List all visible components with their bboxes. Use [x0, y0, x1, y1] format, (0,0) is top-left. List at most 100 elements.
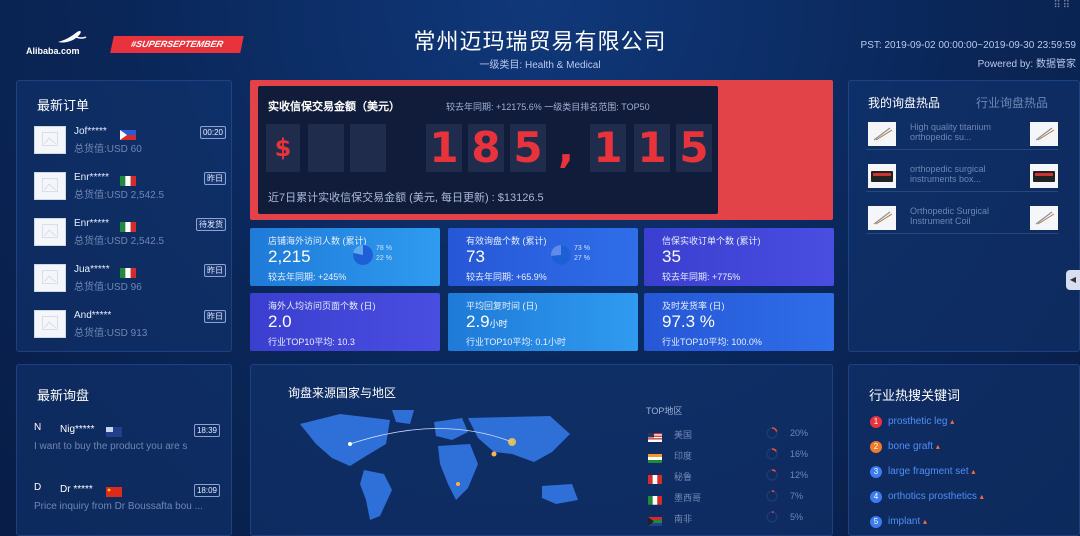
- stat-card-footer: 较去年同期: +65.9%: [466, 272, 547, 282]
- stat-card[interactable]: 海外人均访问页面个数 (日) 2.0 行业TOP10平均: 10.3: [250, 293, 440, 351]
- stat-card-value: 2.0: [268, 312, 292, 332]
- stat-value-number: 73: [466, 247, 485, 266]
- order-amount: 总货值:USD 2,542.5: [74, 190, 165, 201]
- stat-card-title: 海外人均访问页面个数 (日): [268, 301, 376, 311]
- keyword-text: bone graft ▴: [888, 441, 940, 452]
- keyword-label: bone graft: [888, 441, 934, 452]
- keywords-title: 行业热搜关键词: [869, 388, 961, 403]
- region-share: 12%: [790, 470, 809, 480]
- gmv-digit: 1: [590, 124, 626, 172]
- stat-card[interactable]: 及时发货率 (日) 97.3 % 行业TOP10平均: 100.0%: [644, 293, 834, 351]
- share-ring-icon: [766, 511, 778, 523]
- order-status-badge: 昨日: [204, 264, 226, 277]
- map-north-america: [300, 414, 390, 466]
- product-thumbnail: [1030, 206, 1058, 230]
- top-region-row[interactable]: 秘鲁 12%: [648, 469, 818, 484]
- gmv-digit: 1: [426, 124, 462, 172]
- top-region-row[interactable]: 印度 16%: [648, 448, 818, 463]
- keyword-item[interactable]: 3 large fragment set ▴: [870, 466, 1050, 480]
- gmv-label: 实收信保交易金额（美元）: [268, 101, 400, 113]
- region-share: 5%: [790, 512, 804, 522]
- top-region-row[interactable]: 南非 5%: [648, 511, 818, 526]
- hot-product-item[interactable]: High quality titanium orthopedic su...: [866, 122, 1058, 150]
- stat-card-footer: 行业TOP10平均: 0.1小时: [466, 337, 566, 347]
- map-asia: [468, 416, 570, 462]
- order-buyer-name: Enr*****: [74, 172, 110, 183]
- keyword-rank: 1: [870, 416, 882, 428]
- inquiries-title: 最新询盘: [37, 388, 90, 403]
- order-status-badge: 昨日: [204, 172, 226, 185]
- share-ring-icon: [766, 448, 778, 460]
- region-share: 7%: [790, 491, 804, 501]
- stat-card-value: 73: [466, 247, 485, 267]
- page-subtitle: 一级类目: Health & Medical: [479, 60, 601, 71]
- buyer-initial: N: [34, 422, 42, 433]
- hot-product-name: orthopedic surgical instruments box...: [910, 164, 986, 184]
- keyword-rank: 3: [870, 466, 882, 478]
- stat-card[interactable]: 有效询盘个数 (累计) 73 73 % 27 % 较去年同期: +65.9%: [448, 228, 638, 286]
- country-flag-icon: [106, 424, 122, 437]
- gmv-footer: 近7日累计实收信保交易金额 (美元, 每日更新) : $13126.5: [268, 192, 544, 204]
- keyword-label: prosthetic leg: [888, 416, 948, 427]
- top-region-row[interactable]: 墨西哥 7%: [648, 490, 818, 505]
- region-share: 20%: [790, 428, 809, 438]
- map-dot-china: [508, 438, 516, 446]
- stat-card-value: 2.9小时: [466, 312, 508, 332]
- keyword-label: orthotics prosthetics: [888, 491, 977, 502]
- order-amount: 总货值:USD 2,542.5: [74, 236, 165, 247]
- country-flag-icon: [120, 173, 136, 186]
- order-item[interactable]: Jua***** 总货值:USD 96 昨日: [34, 264, 232, 300]
- inquiry-item[interactable]: D Dr ***** 18:09 Price inquiry from Dr B…: [34, 482, 220, 532]
- map-south-america: [360, 470, 392, 520]
- country-flag-icon: [648, 450, 662, 463]
- gmv-digit: 5: [676, 124, 712, 172]
- order-item[interactable]: Jof***** 总货值:USD 60 00:20: [34, 126, 232, 162]
- keyword-item[interactable]: 1 prosthetic leg ▴: [870, 416, 1050, 430]
- powered-by: Powered by: 数据管家: [977, 59, 1076, 70]
- region-name: 印度: [674, 451, 693, 461]
- gmv-currency: $: [266, 124, 300, 172]
- stat-card-value: 2,215: [268, 247, 311, 267]
- tab-industry-hot[interactable]: 行业询盘热品: [976, 94, 1048, 111]
- keyword-text: large fragment set ▴: [888, 466, 975, 477]
- gmv-digit: 1: [634, 124, 670, 172]
- hot-product-item[interactable]: Orthopedic Surgical Instrument Coil: [866, 206, 1058, 234]
- gmv-digit: [308, 124, 344, 172]
- keyword-item[interactable]: 4 orthotics prosthetics ▴: [870, 491, 1050, 505]
- stat-card[interactable]: 信保实收订单个数 (累计) 35 较去年同期: +775%: [644, 228, 834, 286]
- order-item[interactable]: Enr***** 总货值:USD 2,542.5 待发货: [34, 218, 232, 254]
- order-buyer-name: Jua*****: [74, 264, 110, 275]
- keyword-label: large fragment set: [888, 466, 969, 477]
- order-item[interactable]: And***** 总货值:USD 913 昨日: [34, 310, 232, 346]
- keyword-item[interactable]: 5 implant ▴: [870, 516, 1050, 530]
- country-flag-icon: [120, 265, 136, 278]
- inquiry-time: 18:09: [193, 484, 220, 497]
- pie-label-primary: 73 %: [574, 245, 590, 252]
- stat-card[interactable]: 平均回复时间 (日) 2.9小时 行业TOP10平均: 0.1小时: [448, 293, 638, 351]
- map-africa: [438, 444, 478, 500]
- order-amount: 总货值:USD 913: [74, 328, 148, 339]
- order-item[interactable]: Enr***** 总货值:USD 2,542.5 昨日: [34, 172, 232, 208]
- product-thumbnail: [34, 310, 66, 338]
- pie-label-secondary: 22 %: [376, 255, 392, 262]
- tab-my-hot[interactable]: 我的询盘热品: [868, 94, 940, 111]
- share-pie-chart: [353, 245, 373, 265]
- keyword-item[interactable]: 2 bone graft ▴: [870, 441, 1050, 455]
- keyword-rank: 4: [870, 491, 882, 503]
- top-region-row[interactable]: 美国 20%: [648, 427, 818, 442]
- stat-value-number: 2.9: [466, 312, 490, 331]
- map-dot-africa: [456, 482, 460, 486]
- inquiry-item[interactable]: N Nig***** 18:39 I want to buy the produ…: [34, 422, 220, 472]
- stat-card[interactable]: 店铺海外访问人数 (累计) 2,215 78 % 22 % 较去年同期: +24…: [250, 228, 440, 286]
- product-thumbnail: [34, 172, 66, 200]
- product-thumbnail: [34, 264, 66, 292]
- hot-product-item[interactable]: orthopedic surgical instruments box...: [866, 164, 1058, 192]
- inquiry-time: 18:39: [193, 424, 220, 437]
- order-status-badge: 昨日: [204, 310, 226, 323]
- stat-card-value: 97.3 %: [662, 312, 715, 332]
- side-expand-tab[interactable]: ◀: [1066, 270, 1080, 290]
- window-controls-icon[interactable]: ⠿⠿: [1053, 0, 1072, 11]
- stat-value-number: 35: [662, 247, 681, 266]
- country-flag-icon: [648, 429, 662, 442]
- share-pie-chart: [551, 245, 571, 265]
